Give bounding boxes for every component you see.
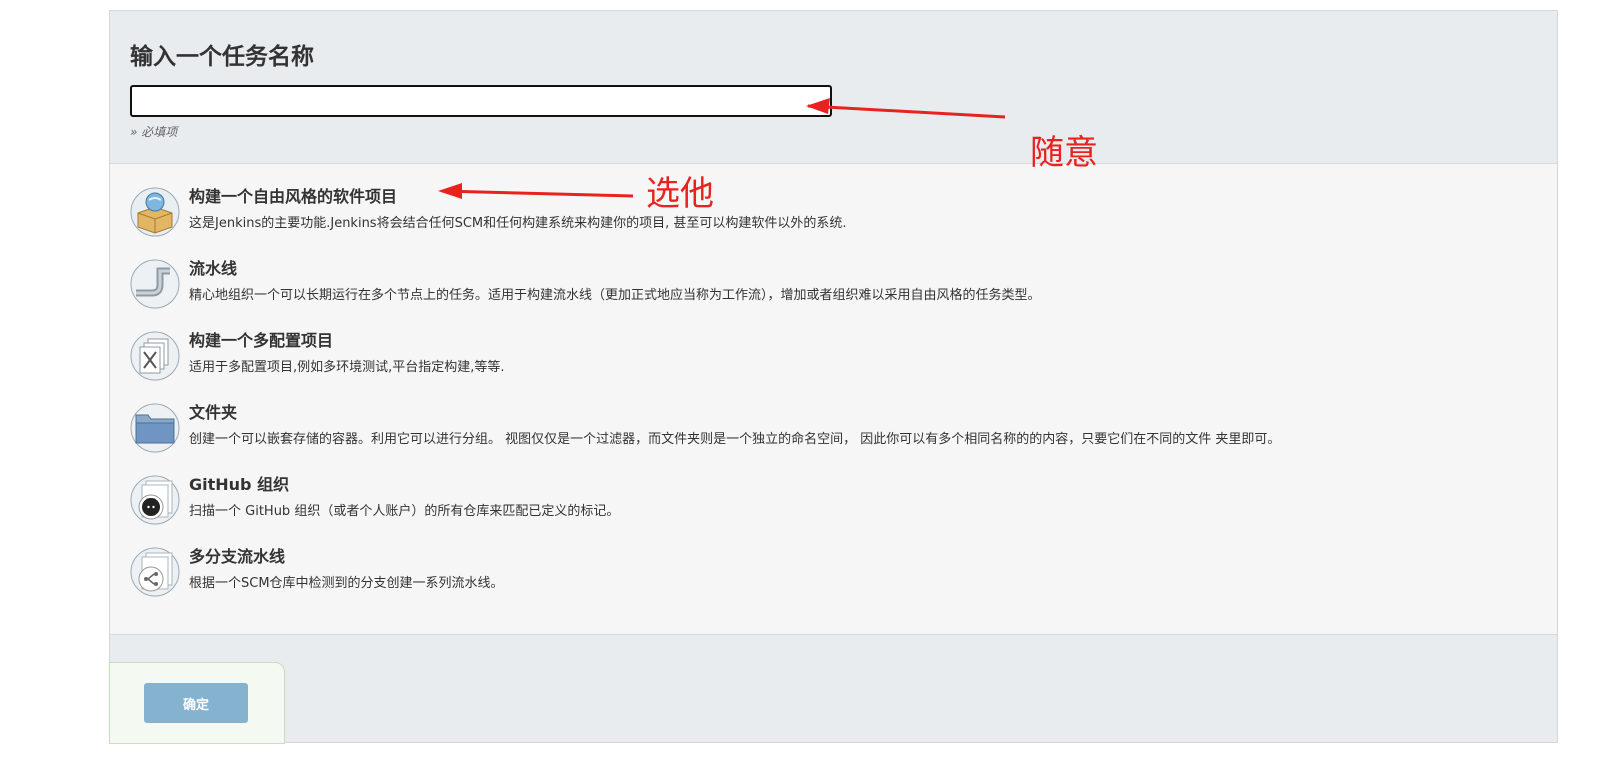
annotation-arrows	[438, 98, 1006, 199]
arrow-to-freestyle	[441, 189, 634, 198]
annotation-type-note: 选他	[646, 174, 714, 214]
arrow-to-name-input	[807, 104, 1006, 119]
arrowhead-icon	[438, 183, 462, 199]
annotation-name-note: 随意	[1030, 133, 1098, 173]
arrowhead-icon	[806, 98, 830, 114]
